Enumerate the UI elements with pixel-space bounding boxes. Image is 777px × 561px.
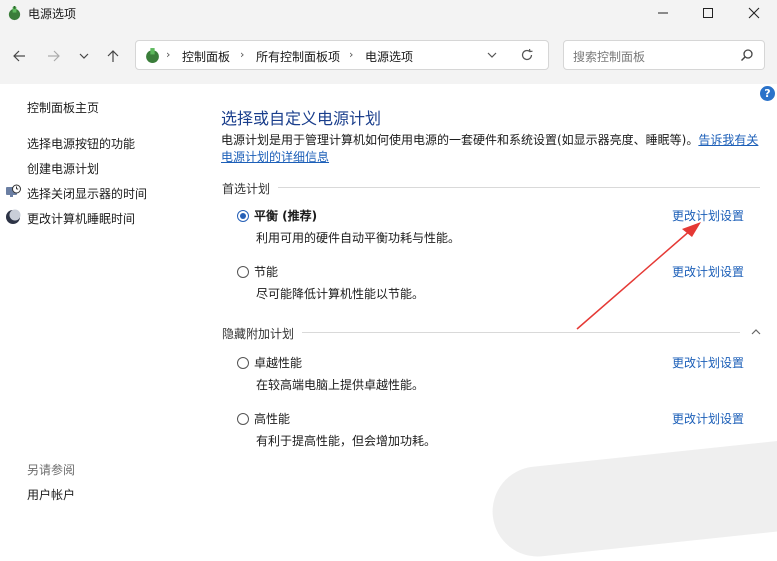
sidebar-item-sleep-time[interactable]: 更改计算机睡眠时间	[27, 210, 135, 227]
minimize-icon	[658, 12, 668, 14]
sidebar-home-link[interactable]: 控制面板主页	[27, 99, 99, 116]
maximize-button[interactable]	[685, 0, 731, 26]
section-divider	[302, 332, 740, 333]
arrow-left-icon	[13, 50, 25, 62]
page-description: 电源计划是用于管理计算机如何使用电源的一套硬件和系统设置(如显示器亮度、睡眠等)…	[221, 132, 766, 166]
page-title: 选择或自定义电源计划	[221, 109, 382, 128]
recent-locations-button[interactable]	[73, 46, 95, 66]
breadcrumb-separator: ›	[166, 48, 171, 61]
breadcrumb-separator: ›	[349, 48, 354, 61]
navigation-bar: › 控制面板 › 所有控制面板项 › 电源选项 搜索控制面板	[0, 26, 777, 84]
power-options-icon	[8, 6, 21, 21]
plan-name-high-performance[interactable]: 高性能	[254, 410, 290, 427]
preferred-plans-heading: 首选计划	[222, 182, 271, 196]
close-icon	[748, 7, 760, 19]
chevron-down-icon	[79, 53, 89, 59]
breadcrumb-all-items[interactable]: 所有控制面板项	[256, 48, 340, 65]
help-icon[interactable]: ?	[760, 86, 775, 101]
search-icon	[741, 49, 753, 61]
plan-desc-ultimate-performance: 在较高端电脑上提供卓越性能。	[256, 378, 425, 392]
chevron-down-icon[interactable]	[486, 49, 498, 61]
hidden-plans-heading[interactable]: 隐藏附加计划	[222, 325, 294, 342]
title-bar: 电源选项	[0, 0, 777, 26]
radio-high-performance[interactable]	[237, 413, 249, 425]
arrow-right-icon	[48, 50, 60, 62]
section-divider	[278, 187, 760, 188]
radio-ultimate-performance[interactable]	[237, 357, 249, 369]
power-options-icon	[146, 48, 159, 63]
moon-icon	[6, 209, 21, 224]
arrow-up-icon	[107, 50, 119, 62]
plan-name-balanced[interactable]: 平衡 (推荐)	[254, 207, 317, 224]
close-button[interactable]	[731, 0, 777, 26]
plan-name-power-saver[interactable]: 节能	[254, 263, 278, 280]
search-placeholder: 搜索控制面板	[573, 50, 646, 64]
breadcrumb-power-options[interactable]: 电源选项	[365, 48, 413, 65]
plan-desc-power-saver: 尽可能降低计算机性能以节能。	[256, 287, 425, 301]
change-plan-settings-high[interactable]: 更改计划设置	[672, 410, 744, 427]
breadcrumb-control-panel[interactable]: 控制面板	[182, 48, 230, 65]
minimize-button[interactable]	[640, 0, 686, 26]
radio-balanced[interactable]	[237, 210, 249, 222]
see-also-heading: 另请参阅	[27, 463, 76, 477]
plan-desc-high-performance: 有利于提高性能，但会增加功耗。	[256, 434, 437, 448]
forward-button[interactable]	[43, 46, 65, 66]
change-plan-settings-balanced[interactable]: 更改计划设置	[672, 207, 744, 224]
address-bar[interactable]: › 控制面板 › 所有控制面板项 › 电源选项	[135, 40, 549, 70]
change-plan-settings-power-saver[interactable]: 更改计划设置	[672, 263, 744, 280]
plan-name-ultimate-performance[interactable]: 卓越性能	[254, 354, 302, 371]
monitor-clock-icon	[6, 184, 21, 197]
change-plan-settings-ultimate[interactable]: 更改计划设置	[672, 354, 744, 371]
description-text: 电源计划是用于管理计算机如何使用电源的一套硬件和系统设置(如显示器亮度、睡眠等)…	[221, 133, 699, 147]
up-button[interactable]	[102, 46, 124, 66]
chevron-up-icon[interactable]	[750, 326, 762, 338]
sidebar-item-power-buttons[interactable]: 选择电源按钮的功能	[27, 135, 135, 152]
back-button[interactable]	[8, 46, 30, 66]
see-also-user-accounts[interactable]: 用户帐户	[27, 486, 75, 503]
window-title: 电源选项	[28, 7, 77, 21]
radio-power-saver[interactable]	[237, 266, 249, 278]
sidebar-item-create-plan[interactable]: 创建电源计划	[27, 160, 99, 177]
search-box[interactable]: 搜索控制面板	[563, 40, 765, 70]
breadcrumb-separator: ›	[240, 48, 245, 61]
sidebar-item-display-off[interactable]: 选择关闭显示器的时间	[27, 185, 147, 202]
plan-desc-balanced: 利用可用的硬件自动平衡功耗与性能。	[256, 231, 461, 245]
decorative-shape	[488, 439, 777, 561]
maximize-icon	[703, 8, 713, 18]
refresh-icon[interactable]	[520, 48, 534, 62]
